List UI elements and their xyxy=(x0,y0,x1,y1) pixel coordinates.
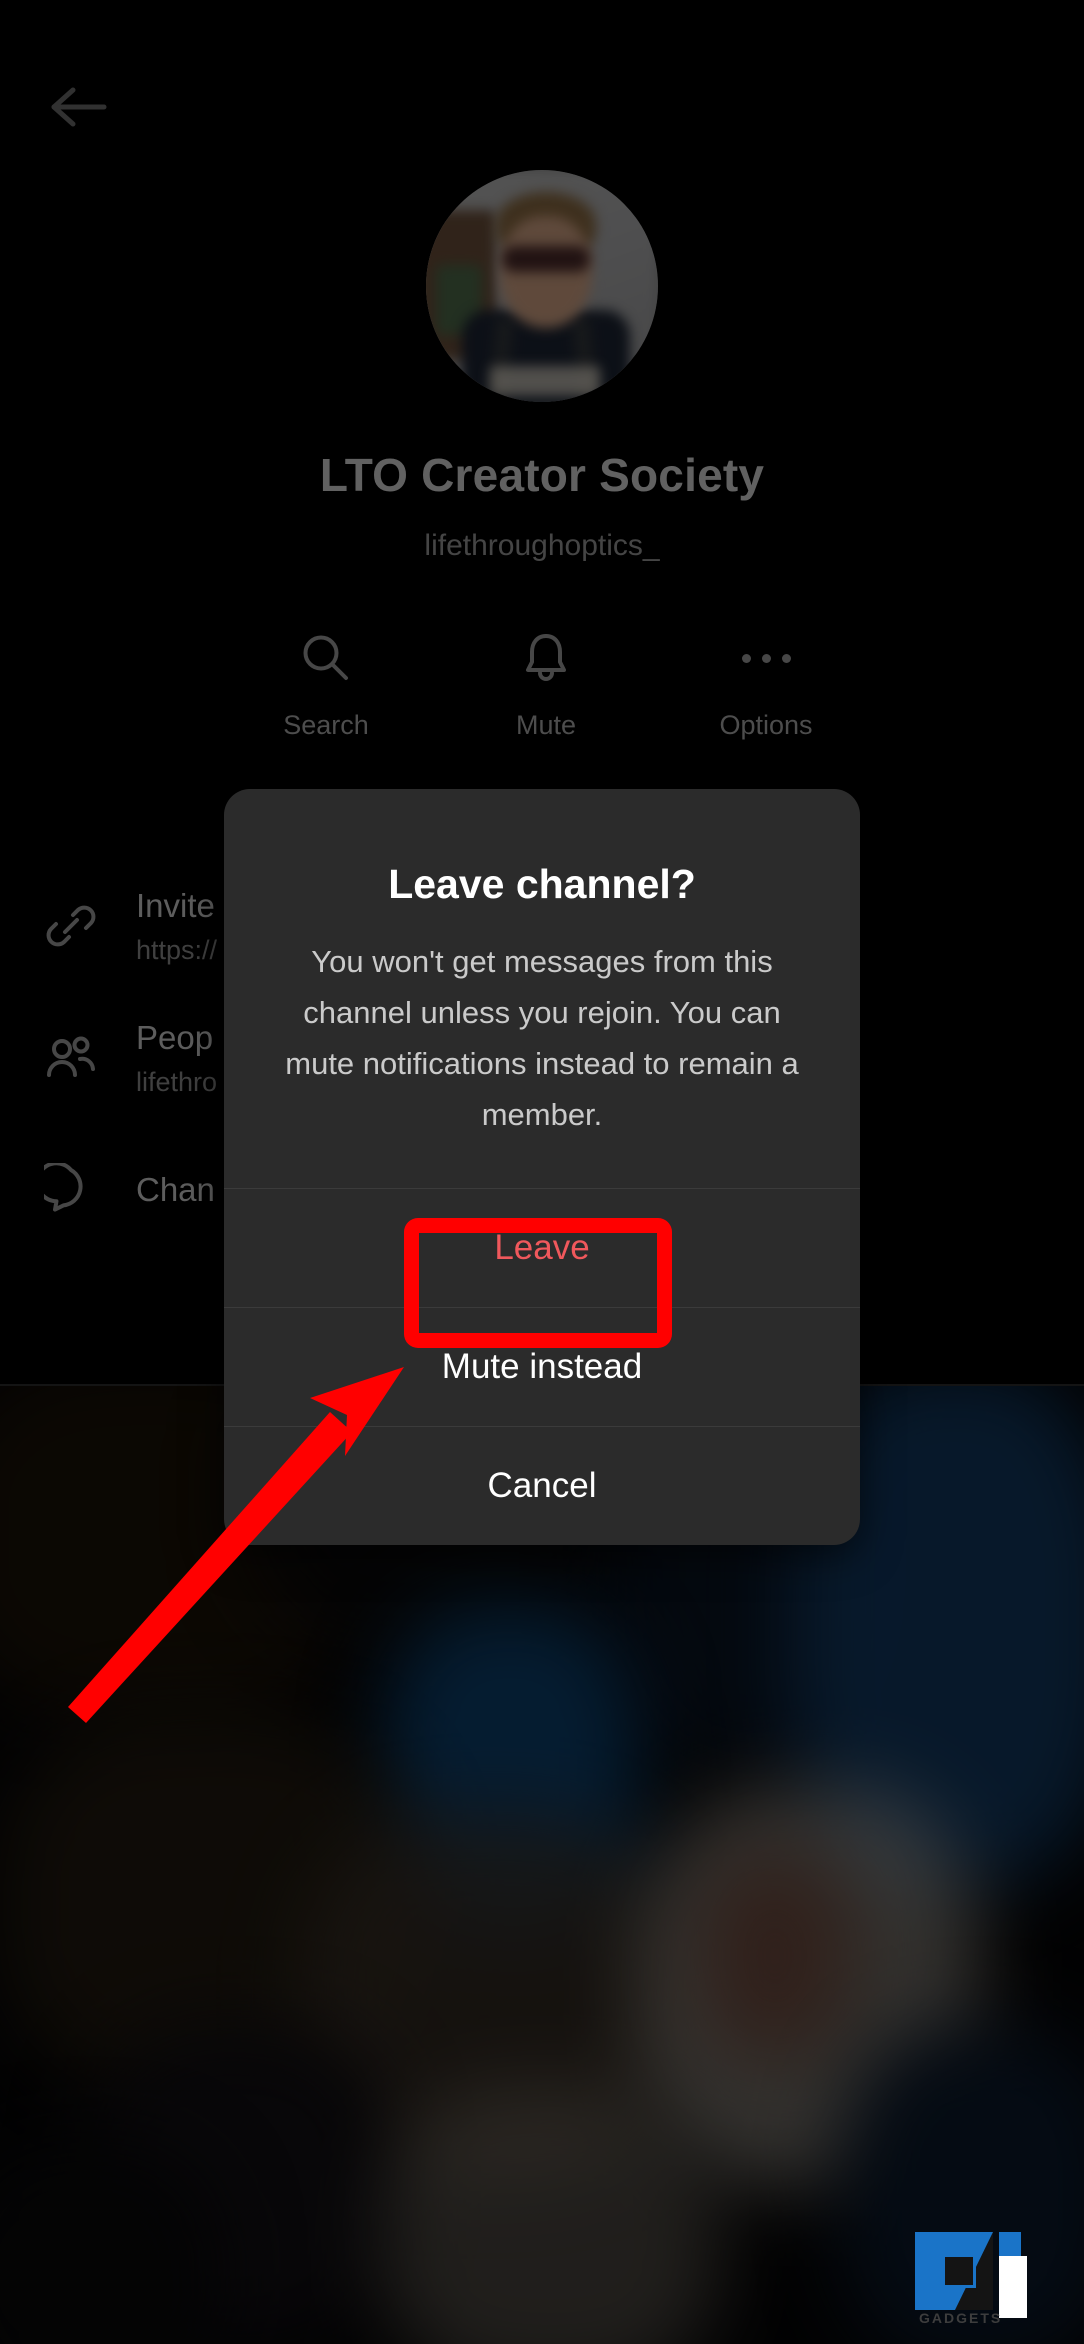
bell-icon xyxy=(522,630,570,686)
link-icon xyxy=(44,899,136,953)
list-item-invite-title: Invite xyxy=(136,886,215,924)
mute-instead-button[interactable]: Mute instead xyxy=(224,1308,860,1426)
search-icon xyxy=(300,630,352,686)
watermark-logo: GADGETS xyxy=(915,2232,1027,2328)
leave-button[interactable]: Leave xyxy=(224,1189,860,1307)
back-arrow-icon xyxy=(51,84,107,130)
list-item-people-subtitle: lifethro xyxy=(136,1066,218,1097)
action-mute-label: Mute xyxy=(515,710,577,740)
watermark-label: GADGETS xyxy=(919,2310,1003,2326)
dialog-title: Leave channel? xyxy=(388,861,696,907)
action-options-label: Options xyxy=(719,710,813,740)
profile-handle: lifethroughoptics_ xyxy=(424,529,660,562)
page-title: LTO Creator Society xyxy=(319,449,765,501)
action-search[interactable]: Search xyxy=(236,630,416,741)
list-item-people-title: Peop xyxy=(136,1018,214,1056)
list-item-invite-subtitle: https:// xyxy=(136,934,218,965)
action-search-label: Search xyxy=(283,710,369,740)
list-item-channel-title: Chan xyxy=(136,1171,215,1208)
dialog-body: You won't get messages from this channel… xyxy=(285,944,799,1132)
action-row: Search Mute Options xyxy=(236,630,856,741)
avatar[interactable] xyxy=(426,170,658,402)
app-screen: LTO Creator Society lifethroughoptics_ S… xyxy=(0,0,1084,2344)
people-icon xyxy=(44,1033,136,1083)
leave-channel-dialog: Leave channel? You won't get messages fr… xyxy=(224,789,860,1545)
action-mute[interactable]: Mute xyxy=(456,630,636,741)
action-options[interactable]: Options xyxy=(676,630,856,741)
cancel-button[interactable]: Cancel xyxy=(224,1427,860,1545)
ellipsis-icon xyxy=(741,630,791,686)
back-button[interactable] xyxy=(34,62,124,152)
chat-bubble-icon xyxy=(44,1163,136,1217)
